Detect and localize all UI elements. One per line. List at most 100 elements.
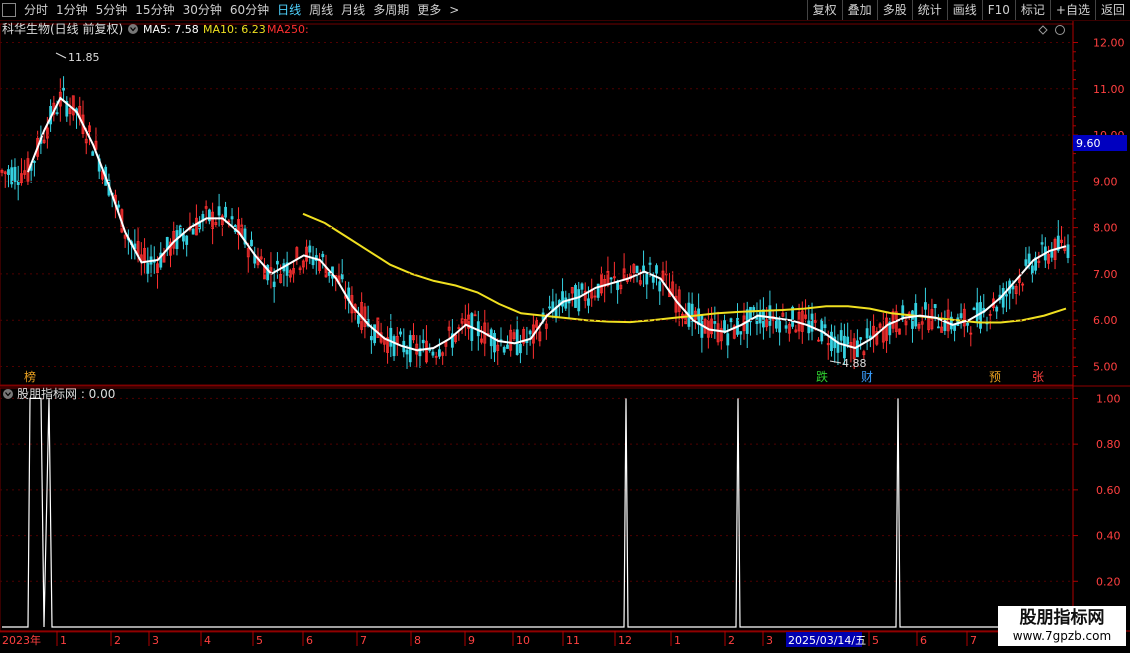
high-label: 11.85 bbox=[68, 51, 100, 64]
tab-4[interactable]: 30分钟 bbox=[179, 3, 226, 17]
tool-button-5[interactable]: F10 bbox=[981, 0, 1015, 20]
candle-body bbox=[953, 324, 956, 331]
event-marker[interactable]: 榜 bbox=[24, 369, 36, 384]
candle-body bbox=[1040, 242, 1044, 245]
candle-body bbox=[369, 336, 373, 341]
price-tick-label: 7.00 bbox=[1093, 268, 1118, 281]
tool-button-6[interactable]: 标记 bbox=[1014, 0, 1050, 20]
candle-body bbox=[972, 307, 976, 311]
ma-lines bbox=[27, 96, 1067, 352]
tab-8[interactable]: 月线 bbox=[337, 3, 369, 17]
candle-body bbox=[117, 204, 121, 208]
diamond-icon[interactable] bbox=[1038, 25, 1048, 35]
price-tick-label: 12.00 bbox=[1093, 37, 1125, 50]
candle-body bbox=[182, 234, 185, 242]
tool-button-3[interactable]: 统计 bbox=[911, 0, 947, 20]
candle-body bbox=[55, 112, 59, 115]
event-marker[interactable]: 跌 bbox=[816, 369, 828, 384]
tool-button-7[interactable]: +自选 bbox=[1049, 0, 1095, 20]
candle-body bbox=[587, 298, 590, 306]
candle-body bbox=[1005, 294, 1008, 297]
x-tick-label: 8 bbox=[414, 634, 421, 647]
event-markers: 榜跌财预张 bbox=[23, 369, 1045, 384]
candle-body bbox=[373, 324, 377, 344]
candle-body bbox=[191, 228, 195, 235]
candle-body bbox=[405, 349, 409, 355]
circle-icon[interactable] bbox=[1055, 25, 1065, 35]
candle-body bbox=[476, 321, 480, 337]
tab-2[interactable]: 5分钟 bbox=[92, 3, 132, 17]
tab-9[interactable]: 多周期 bbox=[369, 3, 413, 17]
candle-body bbox=[933, 304, 937, 309]
x-tick-label: 2 bbox=[114, 634, 121, 647]
candle-body bbox=[340, 273, 344, 280]
candle-body bbox=[1030, 265, 1034, 275]
candle-body bbox=[389, 327, 393, 347]
candle-body bbox=[1001, 288, 1005, 308]
candle-body bbox=[250, 239, 253, 247]
price-tick-label: 9.00 bbox=[1093, 175, 1118, 188]
watermark-url: www.7gpzb.com bbox=[1012, 629, 1112, 643]
chart-svg[interactable]: 12.0011.0010.009.008.007.006.005.00 1.00… bbox=[0, 21, 1130, 650]
tab-1[interactable]: 1分钟 bbox=[52, 3, 92, 17]
candle-body bbox=[431, 351, 435, 356]
candle-body bbox=[357, 314, 360, 324]
candle-body bbox=[580, 283, 584, 290]
x-tick-label: 11 bbox=[566, 634, 580, 647]
candle-body bbox=[651, 275, 655, 283]
candle-body bbox=[428, 349, 432, 351]
candle-body bbox=[975, 302, 979, 322]
candle-body bbox=[276, 260, 279, 265]
candle-body bbox=[865, 328, 869, 339]
candle-body bbox=[399, 331, 402, 335]
ma10-label: MA10: 6.23 bbox=[203, 23, 266, 36]
candle-body bbox=[713, 321, 717, 324]
date-axis: 2023年 1 2 3 4 5 6 7 8 9 10 11 12 1 2 3 2025/03/14/五 5 6 7 bbox=[2, 631, 977, 647]
indicator-settings-icon[interactable] bbox=[3, 389, 13, 399]
more-arrow-icon[interactable]: > bbox=[445, 0, 463, 20]
tool-button-2[interactable]: 多股 bbox=[876, 0, 912, 20]
candle-body bbox=[739, 331, 743, 335]
event-marker[interactable]: 预 bbox=[989, 370, 1001, 384]
candle-body bbox=[7, 169, 10, 175]
tab-5[interactable]: 60分钟 bbox=[226, 3, 273, 17]
candle-body bbox=[833, 336, 837, 349]
low-pointer bbox=[829, 360, 842, 364]
candle-body bbox=[995, 306, 999, 312]
indicator-axis: 1.00 0.80 0.60 0.40 0.20 bbox=[0, 392, 1121, 588]
candle-body bbox=[548, 306, 551, 309]
tool-button-8[interactable]: 返回 bbox=[1094, 0, 1130, 20]
candle-body bbox=[91, 151, 95, 156]
tab-3[interactable]: 15分钟 bbox=[131, 3, 178, 17]
event-marker[interactable]: 财 bbox=[861, 370, 873, 384]
candle-body bbox=[1024, 259, 1028, 266]
tool-button-0[interactable]: 复权 bbox=[806, 0, 842, 20]
candle-body bbox=[768, 305, 772, 326]
x-tick-label: 9 bbox=[468, 634, 475, 647]
candle-body bbox=[830, 331, 833, 352]
indicator-tick-label: 0.40 bbox=[1096, 530, 1121, 543]
tab-6[interactable]: 日线 bbox=[273, 3, 305, 17]
candle-body bbox=[846, 336, 850, 345]
candle-body bbox=[564, 297, 568, 309]
indicator-line bbox=[2, 397, 1068, 628]
candle-body bbox=[839, 330, 843, 341]
x-tick-label: 6 bbox=[306, 634, 313, 647]
tool-button-4[interactable]: 画线 bbox=[946, 0, 982, 20]
tab-0[interactable]: 分时 bbox=[20, 3, 52, 17]
tab-10[interactable]: 更多 bbox=[413, 3, 445, 17]
price-tick-label: 5.00 bbox=[1093, 360, 1118, 373]
low-label: 4.88 bbox=[842, 357, 867, 370]
settings-circle-icon[interactable] bbox=[128, 24, 138, 34]
candle-body bbox=[774, 317, 778, 329]
candle-body bbox=[655, 265, 658, 274]
candle-body bbox=[438, 349, 441, 357]
candle-body bbox=[810, 313, 814, 332]
tab-7[interactable]: 周线 bbox=[305, 3, 337, 17]
candle-body bbox=[784, 325, 788, 329]
candle-body bbox=[609, 277, 613, 280]
window-icon[interactable] bbox=[2, 3, 16, 17]
tool-button-1[interactable]: 叠加 bbox=[841, 0, 877, 20]
event-marker[interactable]: 张 bbox=[1032, 370, 1044, 384]
candle-body bbox=[855, 340, 859, 358]
